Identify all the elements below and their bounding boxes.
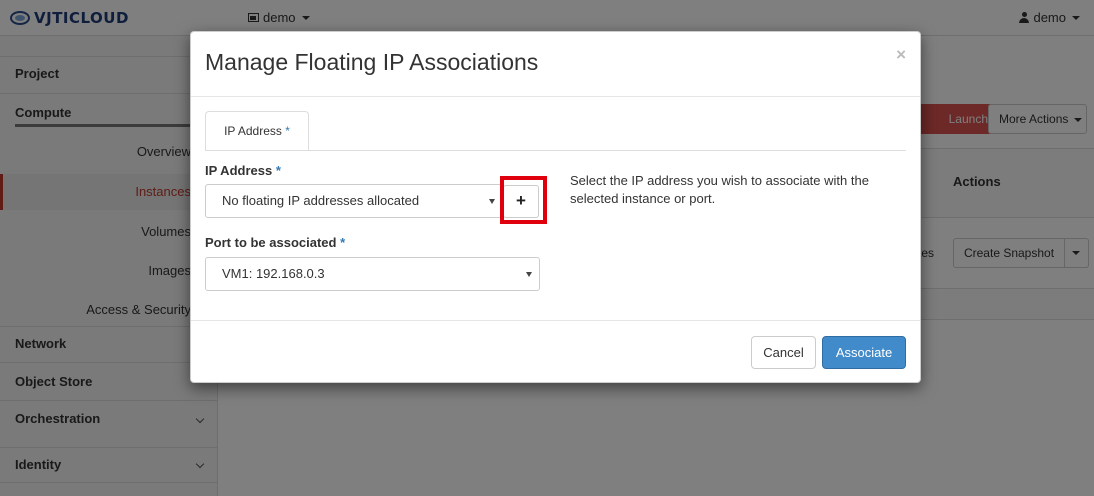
tab-ip-address[interactable]: IP Address * <box>205 111 309 151</box>
tab-border <box>205 150 906 151</box>
tab-label: IP Address <box>224 124 282 138</box>
close-icon[interactable]: × <box>896 45 906 65</box>
ip-address-label-text: IP Address <box>205 163 273 178</box>
ip-address-label: IP Address * <box>205 163 281 178</box>
cancel-button[interactable]: Cancel <box>751 336 816 369</box>
floating-ip-modal: Manage Floating IP Associations × IP Add… <box>190 31 921 383</box>
port-label-text: Port to be associated <box>205 235 337 250</box>
help-text: Select the IP address you wish to associ… <box>570 173 869 206</box>
port-select[interactable]: VM1: 192.168.0.3 <box>205 257 540 291</box>
port-label: Port to be associated * <box>205 235 345 250</box>
associate-button[interactable]: Associate <box>822 336 906 369</box>
divider <box>191 320 920 321</box>
ip-address-select-value: No floating IP addresses allocated <box>222 193 420 208</box>
required-marker: * <box>340 235 346 250</box>
port-select-value: VM1: 192.168.0.3 <box>222 266 325 281</box>
modal-title: Manage Floating IP Associations <box>205 49 539 75</box>
required-marker: * <box>275 163 281 178</box>
dropdown-arrow-icon <box>526 272 532 277</box>
dropdown-arrow-icon <box>489 199 495 204</box>
divider <box>191 96 920 97</box>
required-marker: * <box>285 124 290 138</box>
ip-address-select[interactable]: No floating IP addresses allocated <box>205 184 503 218</box>
highlight-box <box>500 176 547 224</box>
